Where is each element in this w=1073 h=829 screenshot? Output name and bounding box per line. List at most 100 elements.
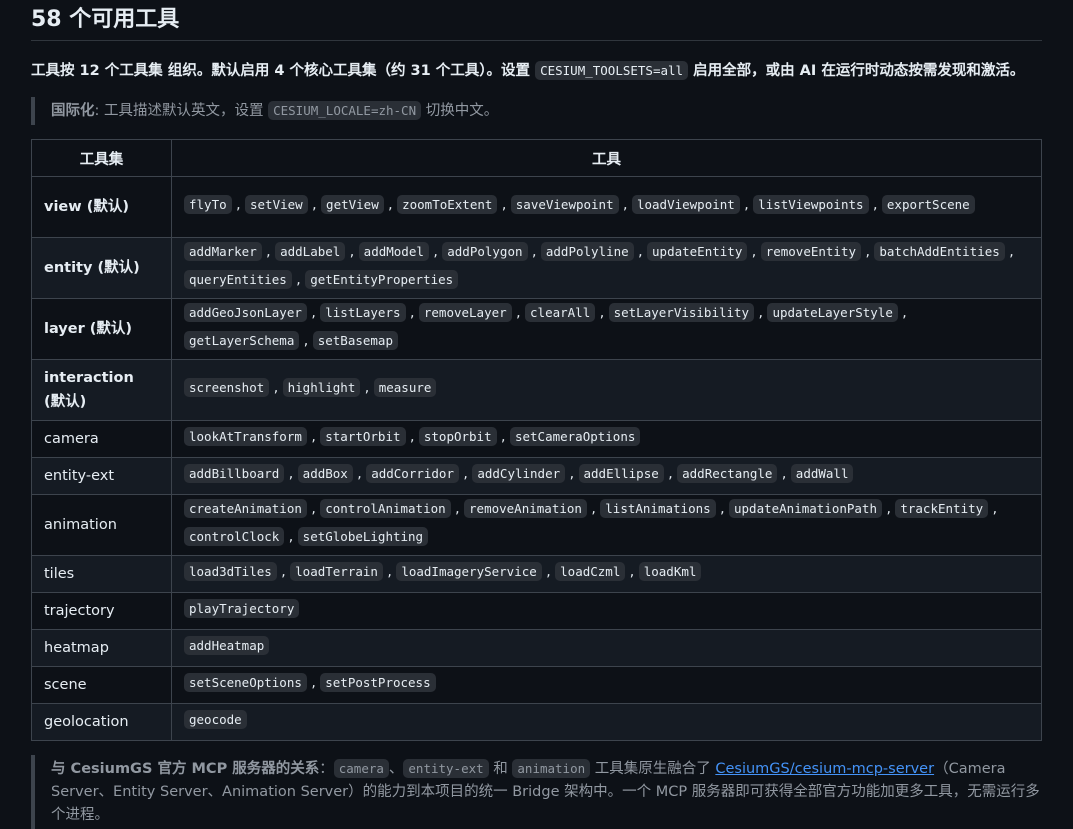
tool-code: controlAnimation bbox=[320, 499, 451, 518]
toolset-default-tag: (默认) bbox=[84, 321, 133, 337]
table-body: view (默认) flyTo , setView , getView , zoo… bbox=[31, 176, 1042, 741]
table-row: view (默认) flyTo , setView , getView , zoo… bbox=[31, 176, 1042, 238]
tool-code: addRectangle bbox=[677, 464, 778, 483]
table-row: scene setSceneOptions , setPostProcess bbox=[31, 666, 1042, 704]
tools-cell: createAnimation , controlAnimation , rem… bbox=[171, 494, 1042, 556]
tool-code: setPostProcess bbox=[320, 673, 436, 692]
i18n-text-before: : 工具描述默认英文，设置 bbox=[94, 103, 269, 119]
tool-code: getView bbox=[321, 195, 384, 214]
readme-section: 58 个可用工具 工具按 12 个工具集 组织。默认启用 4 个核心工具集（约 … bbox=[0, 0, 1073, 829]
tools-cell: addBillboard , addBox , addCorridor , ad… bbox=[171, 457, 1042, 495]
tool-code: loadTerrain bbox=[290, 562, 383, 581]
relation-label: 与 CesiumGS 官方 MCP 服务器的关系 bbox=[51, 761, 320, 777]
toolset-name: trajectory bbox=[44, 603, 115, 619]
tool-code: zoomToExtent bbox=[397, 195, 498, 214]
toolset-default-tag: (默认) bbox=[44, 394, 87, 410]
tool-code: saveViewpoint bbox=[510, 195, 619, 214]
toolset-name-cell: tiles bbox=[31, 555, 172, 593]
relation-text-mid: 工具集原生融合了 bbox=[590, 761, 716, 777]
toolset-name-cell: heatmap bbox=[31, 629, 172, 667]
cesium-mcp-server-link[interactable]: CesiumGS/cesium-mcp-server bbox=[715, 761, 934, 777]
tool-code: getLayerSchema bbox=[184, 331, 300, 350]
tool-code: addPolyline bbox=[540, 242, 634, 261]
toolset-name: heatmap bbox=[44, 640, 109, 656]
tool-code: addBillboard bbox=[184, 464, 285, 483]
tools-cell: setSceneOptions , setPostProcess bbox=[171, 666, 1042, 704]
toolset-name-cell: layer (默认) bbox=[31, 298, 172, 360]
tool-code: highlight bbox=[282, 378, 361, 397]
table-row: entity (默认) addMarker , addLabel , addMod… bbox=[31, 237, 1042, 299]
toolsets-env-code: CESIUM_TOOLSETS=all bbox=[535, 61, 689, 80]
tool-code: setBasemap bbox=[312, 331, 398, 350]
tool-code: addCorridor bbox=[366, 464, 459, 483]
tools-cell: lookAtTransform , startOrbit , stopOrbit… bbox=[171, 420, 1042, 458]
table-header-row: 工具集 工具 bbox=[31, 139, 1042, 177]
code-camera: camera bbox=[333, 759, 389, 778]
table-row: interaction (默认) screenshot , highlight ,… bbox=[31, 359, 1042, 421]
tool-code: controlClock bbox=[184, 527, 285, 546]
tool-code: loadCzml bbox=[555, 562, 626, 581]
toolset-name: scene bbox=[44, 677, 87, 693]
toolset-name: entity-ext bbox=[44, 468, 115, 484]
table-row: layer (默认) addGeoJsonLayer , listLayers ,… bbox=[31, 298, 1042, 360]
tools-cell: addMarker , addLabel , addModel , addPol… bbox=[171, 237, 1042, 299]
tool-code: lookAtTransform bbox=[184, 427, 307, 446]
tool-code: loadKml bbox=[638, 562, 702, 581]
tool-code: addModel bbox=[358, 242, 429, 261]
tool-code: stopOrbit bbox=[418, 427, 497, 446]
table-row: tiles load3dTiles , loadTerrain , loadIma… bbox=[31, 555, 1042, 593]
toolset-name: interaction bbox=[44, 370, 134, 386]
tool-code: updateAnimationPath bbox=[729, 499, 882, 518]
toolset-name-cell: geolocation bbox=[31, 703, 172, 741]
tools-cell: geocode bbox=[171, 703, 1042, 741]
toolset-default-tag: (默认) bbox=[92, 260, 140, 276]
tool-code: addHeatmap bbox=[184, 636, 270, 655]
toolset-name-cell: entity (默认) bbox=[31, 237, 172, 299]
tool-code: listLayers bbox=[320, 303, 406, 322]
i18n-label: 国际化 bbox=[51, 103, 95, 119]
table-row: geolocation geocode bbox=[31, 703, 1042, 741]
tools-cell: flyTo , setView , getView , zoomToExtent… bbox=[171, 176, 1042, 238]
toolset-default-tag: (默认) bbox=[81, 199, 129, 215]
tool-code: startOrbit bbox=[320, 427, 406, 446]
tool-code: addMarker bbox=[184, 242, 262, 261]
tools-cell: load3dTiles , loadTerrain , loadImageryS… bbox=[171, 555, 1042, 593]
tools-cell: addGeoJsonLayer , listLayers , removeLay… bbox=[171, 298, 1042, 360]
relation-blockquote: 与 CesiumGS 官方 MCP 服务器的关系： camera、 entity-e… bbox=[31, 755, 1042, 829]
header-toolset: 工具集 bbox=[31, 139, 172, 177]
tool-code: updateLayerStyle bbox=[767, 303, 898, 322]
toolset-name: view bbox=[44, 199, 82, 215]
table-row: heatmap addHeatmap bbox=[31, 629, 1042, 667]
toolset-name: layer bbox=[44, 321, 85, 337]
toolsets-table: 工具集 工具 view (默认) flyTo , setView , getVie… bbox=[31, 139, 1042, 741]
tool-code: addGeoJsonLayer bbox=[184, 303, 307, 322]
tool-code: addBox bbox=[297, 464, 353, 483]
table-row: entity-ext addBillboard , addBox , addCor… bbox=[31, 457, 1042, 495]
tool-code: loadImageryService bbox=[396, 562, 542, 581]
tool-code: removeLayer bbox=[418, 303, 512, 322]
relation-colon: ： bbox=[319, 761, 334, 777]
tools-cell: playTrajectory bbox=[171, 592, 1042, 630]
code-animation: animation bbox=[512, 759, 591, 778]
tools-cell: screenshot , highlight , measure bbox=[171, 359, 1042, 421]
toolset-name-cell: view (默认) bbox=[31, 176, 172, 238]
toolset-name-cell: trajectory bbox=[31, 592, 172, 630]
table-row: trajectory playTrajectory bbox=[31, 592, 1042, 630]
table-row: animation createAnimation , controlAnimat… bbox=[31, 494, 1042, 556]
tool-code: setCameraOptions bbox=[509, 427, 641, 446]
tool-code: setView bbox=[245, 195, 308, 214]
toolset-name: camera bbox=[44, 431, 99, 447]
toolset-name: geolocation bbox=[44, 714, 129, 730]
tool-code: exportScene bbox=[881, 195, 975, 214]
tool-code: addCylinder bbox=[472, 464, 566, 483]
toolset-name-cell: entity-ext bbox=[31, 457, 172, 495]
tool-code: addPolygon bbox=[442, 242, 528, 261]
toolset-name-cell: animation bbox=[31, 494, 172, 556]
tool-code: listAnimations bbox=[600, 499, 716, 518]
tool-code: setGlobeLighting bbox=[297, 527, 429, 546]
tool-code: flyTo bbox=[184, 195, 232, 214]
relation-sep1: 、 bbox=[388, 761, 404, 777]
tool-code: addEllipse bbox=[578, 464, 664, 483]
tool-code: addWall bbox=[790, 464, 854, 483]
section-heading: 58 个可用工具 bbox=[31, 0, 1042, 41]
